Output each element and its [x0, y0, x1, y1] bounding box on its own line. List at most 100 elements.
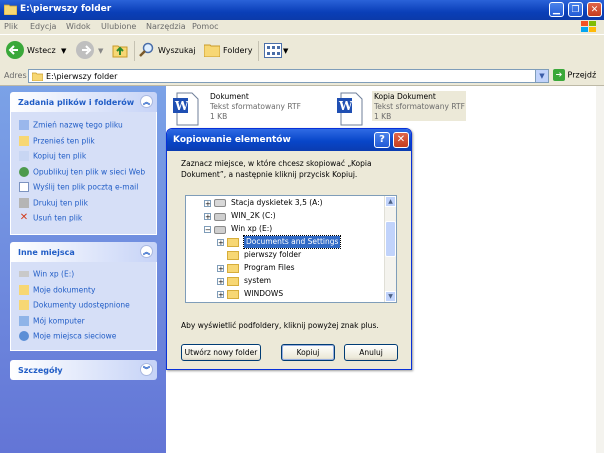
- views-icon[interactable]: [264, 43, 282, 58]
- tree-scrollbar[interactable]: ▲ ▼: [384, 196, 396, 302]
- place-my-documents[interactable]: Moje dokumenty: [19, 285, 95, 299]
- address-input[interactable]: E:\pierwszy folder ▼: [28, 69, 549, 83]
- dialog-instruction: Zaznacz miejsce, w które chcesz skopiowa…: [181, 159, 372, 179]
- printer-icon: [19, 198, 29, 208]
- back-arrow-icon[interactable]: [6, 41, 24, 59]
- word-document-icon: W: [173, 92, 199, 126]
- copy-icon: [19, 151, 29, 161]
- copy-button[interactable]: Kopiuj: [281, 344, 335, 361]
- task-email[interactable]: Wyślij ten plik pocztą e-mail: [19, 182, 138, 196]
- expand-plus-icon[interactable]: +: [204, 213, 211, 221]
- menu-ulubione[interactable]: Ulubione: [101, 22, 136, 31]
- file-tasks-header[interactable]: Zadania plików i folderów ︽: [10, 92, 157, 112]
- my-documents-icon: [19, 285, 29, 295]
- views-dropdown-icon[interactable]: ▼: [283, 42, 288, 60]
- email-icon: [19, 182, 29, 192]
- cancel-button[interactable]: Anuluj: [344, 344, 398, 361]
- task-copy[interactable]: Kopiuj ten plik: [19, 151, 86, 165]
- close-button[interactable]: ✕: [587, 2, 602, 17]
- menu-widok[interactable]: Widok: [66, 22, 91, 31]
- other-places-header[interactable]: Inne miejsca ︽: [10, 242, 157, 262]
- back-button[interactable]: Wstecz: [27, 42, 56, 60]
- expand-plus-icon[interactable]: +: [217, 239, 224, 247]
- folders-button[interactable]: Foldery: [223, 42, 252, 60]
- window-title: E:\pierwszy folder: [20, 4, 112, 14]
- expand-plus-icon[interactable]: +: [217, 291, 224, 299]
- folder-icon: [32, 72, 43, 81]
- task-delete[interactable]: ✕ Usuń ten plik: [19, 213, 82, 227]
- file-item-selected[interactable]: W Kopia Dokument Tekst sformatowany RTF …: [336, 91, 466, 126]
- scroll-thumb[interactable]: [385, 221, 396, 257]
- menu-bar: Plik Edycja Widok Ulubione Narzędzia Pom…: [0, 20, 604, 35]
- place-network[interactable]: Moje miejsca sieciowe: [19, 331, 116, 345]
- tree-item[interactable]: + system: [186, 275, 386, 287]
- details-title: Szczegóły: [18, 366, 63, 375]
- folder-tree[interactable]: + Stacja dyskietek 3,5 (A:) + WIN_2K (C:…: [185, 195, 397, 303]
- tree-item[interactable]: + WIN_2K (C:): [186, 210, 386, 222]
- tree-item[interactable]: pierwszy folder: [186, 249, 386, 261]
- move-icon: [19, 136, 29, 146]
- forward-dropdown-icon[interactable]: ▼: [98, 42, 103, 60]
- new-folder-button[interactable]: Utwórz nowy folder: [181, 344, 261, 361]
- other-places-panel: Inne miejsca ︽ Win xp (E:) Moje dokument…: [10, 242, 157, 351]
- task-print[interactable]: Drukuj ten plik: [19, 198, 88, 212]
- address-dropdown-icon[interactable]: ▼: [535, 70, 548, 82]
- expand-plus-icon[interactable]: +: [204, 200, 211, 208]
- dialog-close-button[interactable]: ✕: [393, 132, 409, 148]
- tree-item[interactable]: + Program Files: [186, 262, 386, 274]
- folder-icon: [227, 238, 239, 247]
- folder-icon: [4, 4, 17, 15]
- rename-icon: [19, 120, 29, 130]
- collapse-chevron-icon[interactable]: ︽: [140, 95, 153, 108]
- task-pane: Zadania plików i folderów ︽ Zmień nazwę …: [0, 86, 166, 453]
- expand-plus-icon[interactable]: +: [217, 278, 224, 286]
- folder-icon: [227, 277, 239, 286]
- address-label: Adres: [4, 71, 27, 80]
- forward-arrow-icon[interactable]: [76, 41, 94, 59]
- publish-web-icon: [19, 167, 29, 177]
- go-label: Przejdź: [567, 70, 597, 80]
- go-button[interactable]: ➔ Przejdź: [553, 69, 596, 81]
- copy-items-dialog: Kopiowanie elementów ? ✕ Zaznacz miejsce…: [166, 128, 412, 370]
- place-shared-documents[interactable]: Dokumenty udostępnione: [19, 300, 130, 314]
- collapse-minus-icon[interactable]: −: [204, 226, 211, 234]
- address-bar: Adres E:\pierwszy folder ▼ ➔ Przejdź: [0, 67, 604, 86]
- maximize-button[interactable]: ❐: [568, 2, 583, 17]
- content-scrollbar[interactable]: [596, 86, 604, 453]
- place-drive-e[interactable]: Win xp (E:): [19, 269, 74, 283]
- dialog-title: Kopiowanie elementów: [173, 135, 291, 145]
- file-size: 1 KB: [374, 112, 392, 121]
- menu-narzedzia[interactable]: Narzędzia: [146, 22, 186, 31]
- menu-pomoc[interactable]: Pomoc: [192, 22, 219, 31]
- place-my-computer[interactable]: Mój komputer: [19, 316, 85, 330]
- tree-item[interactable]: + Stacja dyskietek 3,5 (A:): [186, 197, 386, 209]
- search-button[interactable]: Wyszukaj: [158, 42, 196, 60]
- up-folder-icon[interactable]: [112, 42, 128, 58]
- file-type: Tekst sformatowany RTF: [374, 102, 465, 111]
- task-publish[interactable]: Opublikuj ten plik w sieci Web: [19, 167, 145, 181]
- folder-icon: [227, 290, 239, 299]
- scroll-down-icon[interactable]: ▼: [385, 291, 396, 302]
- delete-x-icon: ✕: [19, 212, 29, 223]
- help-button[interactable]: ?: [374, 132, 390, 148]
- tree-item[interactable]: + WINDOWS: [186, 288, 386, 300]
- tree-item[interactable]: − Win xp (E:): [186, 223, 386, 235]
- collapse-chevron-icon[interactable]: ︽: [140, 245, 153, 258]
- expand-plus-icon[interactable]: +: [217, 265, 224, 273]
- task-move[interactable]: Przenieś ten plik: [19, 136, 95, 150]
- tree-item-selected[interactable]: + Documents and Settings: [186, 235, 386, 249]
- menu-edycja[interactable]: Edycja: [30, 22, 56, 31]
- task-rename[interactable]: Zmień nazwę tego pliku: [19, 120, 123, 134]
- file-tasks-title: Zadania plików i folderów: [18, 98, 135, 107]
- search-icon: [139, 42, 154, 57]
- dialog-hint: Aby wyświetlić podfoldery, kliknij powyż…: [181, 321, 379, 330]
- file-item[interactable]: W Dokument Tekst sformatowany RTF 1 KB: [172, 92, 312, 126]
- details-header[interactable]: Szczegóły ︾: [10, 360, 157, 380]
- minimize-button[interactable]: ▁: [549, 2, 564, 17]
- menu-plik[interactable]: Plik: [4, 22, 18, 31]
- file-type: Tekst sformatowany RTF: [210, 102, 301, 111]
- file-name: Dokument: [210, 92, 249, 101]
- expand-chevron-icon[interactable]: ︾: [140, 363, 153, 376]
- scroll-up-icon[interactable]: ▲: [385, 196, 396, 207]
- back-dropdown-icon[interactable]: ▼: [61, 42, 66, 60]
